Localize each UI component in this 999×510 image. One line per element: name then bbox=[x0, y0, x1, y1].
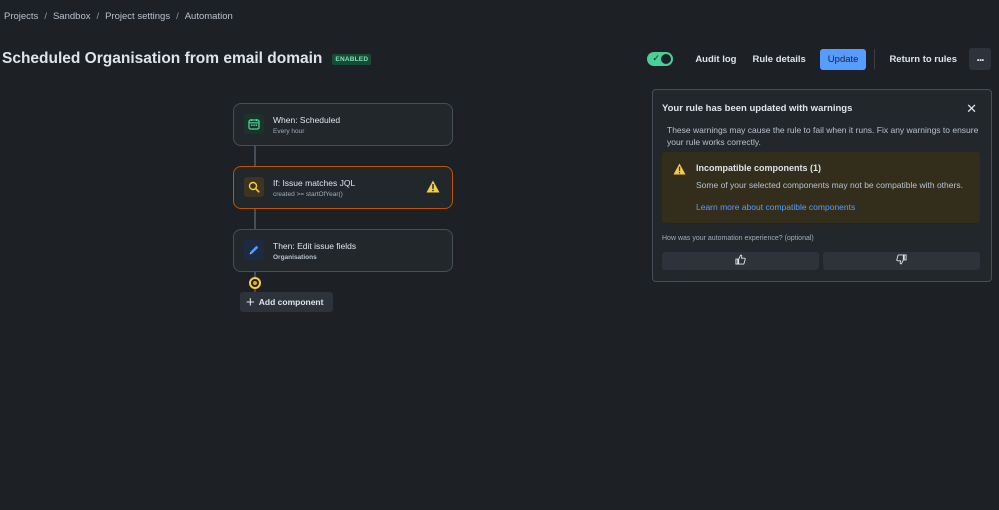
breadcrumb-projects[interactable]: Projects bbox=[4, 11, 38, 22]
thumbs-down-icon bbox=[896, 252, 907, 270]
learn-more-link[interactable]: Learn more about compatible components bbox=[696, 202, 855, 212]
flow-connector bbox=[254, 208, 256, 230]
flow-connector bbox=[254, 145, 256, 167]
warning-message-box: Incompatible components (1) Some of your… bbox=[662, 152, 980, 223]
breadcrumb-separator: / bbox=[44, 11, 47, 22]
more-horizontal-icon: ... bbox=[976, 49, 984, 64]
action-card-edit-fields[interactable]: Then: Edit issue fields Organisations bbox=[233, 229, 453, 272]
breadcrumb-project-settings[interactable]: Project settings bbox=[105, 11, 170, 22]
calendar-icon bbox=[244, 114, 264, 134]
add-component-label: Add component bbox=[258, 297, 324, 307]
card-subtitle: created >= startOfYear() bbox=[273, 191, 343, 198]
check-icon: ✓ bbox=[652, 53, 660, 63]
pencil-icon bbox=[244, 240, 264, 260]
warning-text: Some of your selected components may not… bbox=[696, 180, 963, 190]
thumbs-up-icon bbox=[735, 252, 746, 270]
breadcrumb-separator: / bbox=[176, 11, 179, 22]
breadcrumb-automation[interactable]: Automation bbox=[185, 11, 233, 22]
panel-description: These warnings may cause the rule to fai… bbox=[667, 125, 979, 147]
breadcrumb-sandbox[interactable]: Sandbox bbox=[53, 11, 91, 22]
search-icon bbox=[244, 177, 264, 197]
breadcrumb: Projects / Sandbox / Project settings / … bbox=[4, 11, 233, 22]
trigger-card-scheduled[interactable]: When: Scheduled Every hour bbox=[233, 103, 453, 146]
plus-icon: + bbox=[246, 293, 255, 311]
flow-end-node bbox=[249, 277, 261, 289]
close-icon[interactable]: ✕ bbox=[966, 101, 977, 117]
toggle-knob bbox=[661, 54, 672, 64]
breadcrumb-separator: / bbox=[96, 11, 100, 22]
card-subtitle: Every hour bbox=[273, 128, 305, 135]
title-row: Scheduled Organisation from email domain… bbox=[2, 50, 372, 68]
warnings-panel: Your rule has been updated with warnings… bbox=[652, 89, 992, 282]
page-title: Scheduled Organisation from email domain bbox=[2, 50, 323, 67]
update-button[interactable]: Update bbox=[819, 48, 867, 70]
toolbar-divider bbox=[874, 49, 876, 69]
condition-card-jql[interactable]: If: Issue matches JQL created >= startOf… bbox=[233, 166, 453, 209]
status-badge: ENABLED bbox=[332, 53, 372, 65]
toolbar: ✓ Audit log Rule details Update Return t… bbox=[647, 48, 991, 70]
add-component-button[interactable]: + Add component bbox=[240, 292, 333, 312]
thumbs-down-button[interactable] bbox=[823, 252, 980, 270]
warning-icon bbox=[426, 180, 440, 198]
rule-details-button[interactable]: Rule details bbox=[746, 50, 811, 69]
more-actions-button[interactable]: ... bbox=[969, 48, 991, 70]
rule-enabled-toggle[interactable]: ✓ bbox=[647, 52, 674, 66]
card-title: When: Scheduled bbox=[273, 115, 341, 125]
card-subtitle: Organisations bbox=[273, 254, 317, 261]
thumbs-up-button[interactable] bbox=[662, 252, 819, 270]
audit-log-button[interactable]: Audit log bbox=[689, 50, 742, 69]
return-to-rules-button[interactable]: Return to rules bbox=[883, 50, 963, 69]
feedback-label: How was your automation experience? (opt… bbox=[662, 235, 814, 242]
panel-title: Your rule has been updated with warnings bbox=[662, 103, 853, 114]
warning-title: Incompatible components (1) bbox=[696, 163, 822, 173]
card-title: If: Issue matches JQL bbox=[273, 178, 356, 188]
card-title: Then: Edit issue fields bbox=[273, 241, 357, 251]
warning-icon bbox=[673, 162, 686, 180]
